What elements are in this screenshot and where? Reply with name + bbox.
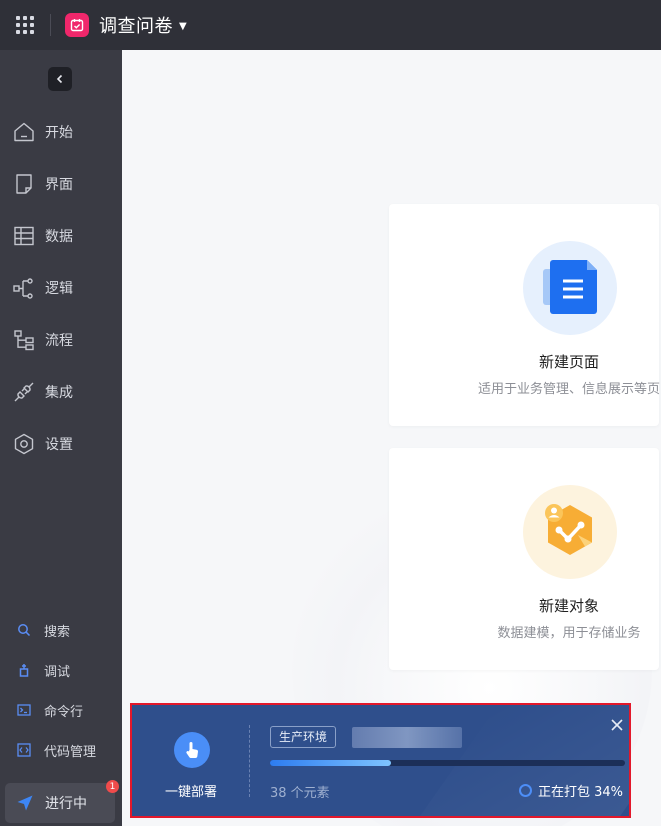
caret-down-icon[interactable]: ▼ xyxy=(179,21,187,32)
sidebar-item-logic[interactable]: 逻辑 xyxy=(0,266,122,310)
sidebar-item-label: 搜索 xyxy=(44,624,71,640)
new-page-card[interactable]: 新建页面 适用于业务管理、信息展示等页 xyxy=(389,204,660,426)
packaging-status-text: 正在打包 34% xyxy=(537,785,623,800)
app-grid-button[interactable] xyxy=(0,0,50,50)
object-hexagon-icon xyxy=(523,485,617,579)
sidebar: 开始 界面 数据 逻辑 流程 集成 设置 搜索 调试 命令行 代码管理 进行中 … xyxy=(0,50,122,826)
sidebar-item-label: 调试 xyxy=(44,664,71,680)
card-description: 适用于业务管理、信息展示等页 xyxy=(477,382,660,397)
notification-badge: 1 xyxy=(106,780,119,793)
divider xyxy=(249,725,250,797)
environment-tag: 生产环境 xyxy=(270,726,337,748)
sidebar-item-debug[interactable]: 调试 xyxy=(0,655,122,685)
sidebar-item-label: 设置 xyxy=(45,437,73,453)
tap-hand-icon xyxy=(174,732,210,768)
debug-icon xyxy=(16,662,32,678)
code-icon xyxy=(16,742,32,758)
sidebar-item-label: 命令行 xyxy=(44,704,84,720)
packaging-status: 正在打包 34% xyxy=(518,781,623,800)
sidebar-item-settings[interactable]: 设置 xyxy=(0,422,122,466)
collapse-sidebar-button[interactable] xyxy=(48,67,72,91)
page-icon xyxy=(11,171,37,197)
one-click-deploy[interactable]: 一键部署 xyxy=(132,705,250,816)
sidebar-item-terminal[interactable]: 命令行 xyxy=(0,695,122,725)
hexagon-settings-icon xyxy=(11,431,37,457)
deploy-panel: 一键部署 生产环境 38 个元素 正在打包 34% xyxy=(130,703,631,818)
sidebar-item-code-management[interactable]: 代码管理 xyxy=(0,735,122,765)
plug-icon xyxy=(11,379,37,405)
element-count: 38 个元素 xyxy=(270,786,330,801)
deploy-progress-fill xyxy=(270,760,391,766)
table-icon xyxy=(11,223,37,249)
grid-icon xyxy=(16,16,34,34)
card-title: 新建对象 xyxy=(538,597,599,615)
home-icon xyxy=(11,119,37,145)
sidebar-item-label: 流程 xyxy=(45,333,73,349)
close-icon[interactable] xyxy=(609,717,625,733)
sidebar-item-search[interactable]: 搜索 xyxy=(0,615,122,645)
deploy-progress-bar xyxy=(270,760,625,766)
top-bar: 调查问卷 ▼ xyxy=(0,0,661,50)
sidebar-item-integration[interactable]: 集成 xyxy=(0,370,122,414)
sidebar-item-label: 界面 xyxy=(45,177,73,193)
topbar-divider xyxy=(50,14,51,36)
card-description: 数据建模，用于存储业务 xyxy=(497,626,641,641)
sidebar-item-interface[interactable]: 界面 xyxy=(0,162,122,206)
calendar-check-icon xyxy=(65,13,89,37)
sidebar-item-flow[interactable]: 流程 xyxy=(0,318,122,362)
in-progress-button[interactable]: 进行中 xyxy=(5,783,115,823)
send-icon xyxy=(17,795,33,811)
search-icon xyxy=(16,622,32,638)
card-title: 新建页面 xyxy=(538,353,599,371)
sidebar-item-data[interactable]: 数据 xyxy=(0,214,122,258)
loading-spinner-icon xyxy=(518,784,532,797)
sidebar-item-label: 代码管理 xyxy=(44,744,97,760)
sidebar-item-label: 开始 xyxy=(45,125,73,141)
app-title[interactable]: 调查问卷 xyxy=(99,12,173,38)
sidebar-item-label: 数据 xyxy=(45,229,73,245)
branch-icon xyxy=(11,275,37,301)
chevron-left-icon xyxy=(56,74,63,84)
deploy-label: 一键部署 xyxy=(164,785,217,800)
sidebar-item-label: 逻辑 xyxy=(45,281,73,297)
sidebar-item-label: 集成 xyxy=(45,385,73,401)
sidebar-item-start[interactable]: 开始 xyxy=(0,110,122,154)
flow-icon xyxy=(11,327,37,353)
terminal-icon xyxy=(16,702,32,718)
environment-name-redacted xyxy=(352,727,462,748)
document-icon xyxy=(523,241,617,335)
in-progress-label: 进行中 xyxy=(45,796,87,812)
new-object-card[interactable]: 新建对象 数据建模，用于存储业务 xyxy=(389,448,659,670)
